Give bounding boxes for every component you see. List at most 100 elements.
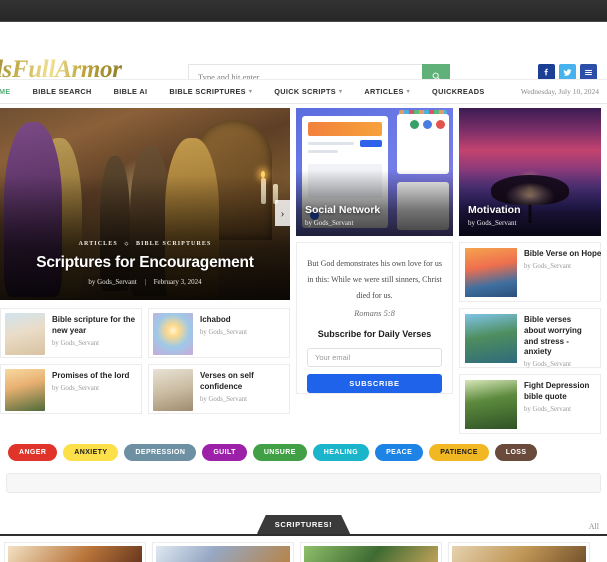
tag-loss[interactable]: LOSS	[494, 444, 538, 461]
sidebar-post[interactable]: Fight Depression bible quote by Gods_Ser…	[459, 374, 601, 434]
post-thumbnail	[465, 314, 517, 363]
article-author: by Gods_Servant	[52, 339, 100, 347]
hero-categories: ARTICLES ◇ BIBLE SCRIPTURES	[0, 241, 290, 247]
nav-label: BIBLE SEARCH	[32, 87, 92, 96]
middle-column: Social Network by Gods_Servant But God d…	[296, 108, 453, 434]
main-content: ARTICLES ◇ BIBLE SCRIPTURES Scriptures f…	[0, 104, 607, 434]
chevron-down-icon: ▾	[406, 89, 411, 95]
post-author: by Gods_Servant	[524, 262, 572, 270]
tag-peace[interactable]: PEACE	[375, 444, 424, 461]
section-tab-scriptures[interactable]: SCRIPTURES!	[257, 515, 350, 534]
tag-patience[interactable]: PATIENCE	[429, 444, 489, 461]
post-text: Bible Verse on Hope by Gods_Servant	[524, 248, 601, 296]
post-author: by Gods_Servant	[524, 405, 572, 413]
article-text: Promises of the lord by Gods_Servant	[52, 369, 129, 392]
card-title[interactable]: Motivation	[468, 204, 521, 216]
nav-item-quickreads[interactable]: QUICKREADS	[421, 87, 496, 96]
nav-label: BIBLE AI	[113, 87, 148, 96]
article-title[interactable]: Verses on self confidence	[200, 371, 285, 393]
nav-item-bible-search[interactable]: BIBLE SEARCH	[22, 87, 103, 96]
hero-date: February 3, 2024	[153, 278, 202, 286]
hamburger-menu-icon	[585, 69, 592, 76]
scripture-card[interactable]	[152, 542, 294, 562]
article-card[interactable]: Ichabod by Gods_Servant	[148, 308, 290, 358]
chevron-down-icon: ▾	[248, 89, 253, 95]
article-title[interactable]: Promises of the lord	[52, 371, 129, 382]
scripture-card[interactable]	[300, 542, 442, 562]
featured-card-social-network[interactable]: Social Network by Gods_Servant	[296, 108, 453, 236]
diamond-separator-icon: ◇	[124, 242, 130, 247]
article-card[interactable]: Promises of the lord by Gods_Servant	[0, 364, 142, 414]
card-author: by Gods_Servant	[468, 219, 517, 227]
article-title[interactable]: Bible scripture for the new year	[52, 315, 137, 337]
nav-item-bible-ai[interactable]: BIBLE AI	[103, 87, 159, 96]
tag-anxiety[interactable]: ANXIETY	[63, 444, 119, 461]
article-thumbnail	[153, 313, 193, 355]
hero-category-1[interactable]: ARTICLES	[79, 241, 118, 247]
article-author: by Gods_Servant	[200, 395, 248, 403]
featured-card-motivation[interactable]: Motivation by Gods_Servant	[459, 108, 601, 236]
post-author: by Gods_Servant	[524, 361, 572, 369]
next-slide-arrow-icon[interactable]: ›	[275, 200, 290, 226]
nav-item-list: ME BIBLE SEARCH BIBLE AI BIBLE SCRIPTURE…	[0, 87, 496, 96]
sidebar-post[interactable]: Bible verses about worrying and stress -…	[459, 308, 601, 368]
right-column: Motivation by Gods_Servant Bible Verse o…	[459, 108, 601, 434]
site-header: odsFullArmor	[0, 26, 607, 89]
subscribe-button[interactable]: SUBSCRIBE	[307, 374, 442, 393]
tag-guilt[interactable]: GUILT	[202, 444, 247, 461]
scripture-thumbnail	[452, 546, 586, 562]
nav-item-articles[interactable]: ARTICLES ▾	[353, 87, 421, 96]
post-thumbnail	[465, 380, 517, 429]
article-card-grid: Bible scripture for the new year by Gods…	[0, 308, 290, 414]
post-text: Bible verses about worrying and stress -…	[524, 314, 595, 368]
nav-item-quick-scripts[interactable]: QUICK SCRIPTS ▾	[263, 87, 353, 96]
scriptures-section-header: SCRIPTURES! All	[0, 515, 607, 536]
post-text: Fight Depression bible quote by Gods_Ser…	[524, 380, 595, 428]
sidebar-post[interactable]: Bible Verse on Hope by Gods_Servant	[459, 242, 601, 302]
scriptures-card-grid	[0, 536, 607, 562]
hero-meta: by Gods_Servant | February 3, 2024	[0, 278, 290, 286]
article-text: Ichabod by Gods_Servant	[200, 313, 247, 336]
article-thumbnail	[5, 369, 45, 411]
article-title[interactable]: Ichabod	[200, 315, 247, 326]
hero-title[interactable]: Scriptures for Encouragement	[0, 254, 290, 272]
article-author: by Gods_Servant	[200, 328, 248, 336]
nav-item-bible-scriptures[interactable]: BIBLE SCRIPTURES ▾	[158, 87, 263, 96]
article-text: Bible scripture for the new year by Gods…	[52, 313, 137, 347]
card-caption: Motivation by Gods_Servant	[468, 204, 521, 227]
scripture-card[interactable]	[448, 542, 590, 562]
tag-healing[interactable]: HEALING	[312, 444, 370, 461]
left-column: ARTICLES ◇ BIBLE SCRIPTURES Scriptures f…	[0, 108, 290, 434]
hero-author: by Gods_Servant	[88, 278, 137, 286]
nav-item-home[interactable]: ME	[0, 87, 22, 96]
article-card[interactable]: Bible scripture for the new year by Gods…	[0, 308, 142, 358]
article-text: Verses on self confidence by Gods_Servan…	[200, 369, 285, 403]
card-title[interactable]: Social Network	[305, 204, 380, 216]
article-author: by Gods_Servant	[52, 384, 100, 392]
tag-depression[interactable]: DEPRESSION	[124, 444, 197, 461]
tag-unsure[interactable]: UNSURE	[252, 444, 307, 461]
nav-label: ME	[0, 87, 11, 96]
main-navigation: ME BIBLE SEARCH BIBLE AI BIBLE SCRIPTURE…	[0, 79, 607, 104]
article-card[interactable]: Verses on self confidence by Gods_Servan…	[148, 364, 290, 414]
verse-reference: Romans 5:8	[354, 308, 395, 318]
card-caption: Social Network by Gods_Servant	[305, 204, 380, 227]
nav-label: ARTICLES	[364, 87, 404, 96]
facebook-icon	[544, 68, 548, 76]
ad-banner-strip	[6, 473, 601, 493]
post-title[interactable]: Bible Verse on Hope	[524, 249, 601, 260]
tag-anger[interactable]: ANGER	[8, 444, 58, 461]
emotion-tag-list: ANGER ANXIETY DEPRESSION GUILT UNSURE HE…	[0, 434, 607, 469]
email-field[interactable]	[307, 348, 442, 367]
scripture-thumbnail	[156, 546, 290, 562]
hero-slider[interactable]: ARTICLES ◇ BIBLE SCRIPTURES Scriptures f…	[0, 108, 290, 300]
sidebar-post-list: Bible Verse on Hope by Gods_Servant Bibl…	[459, 242, 601, 434]
page-root: odsFullArmor	[0, 0, 607, 562]
view-all-link[interactable]: All	[589, 522, 599, 531]
chevron-down-icon: ▾	[339, 89, 343, 95]
current-date: Wednesday, July 10, 2024	[520, 87, 599, 96]
scripture-card[interactable]	[4, 542, 146, 562]
post-title[interactable]: Bible verses about worrying and stress -…	[524, 315, 595, 358]
post-title[interactable]: Fight Depression bible quote	[524, 381, 595, 403]
hero-category-2[interactable]: BIBLE SCRIPTURES	[136, 241, 211, 247]
